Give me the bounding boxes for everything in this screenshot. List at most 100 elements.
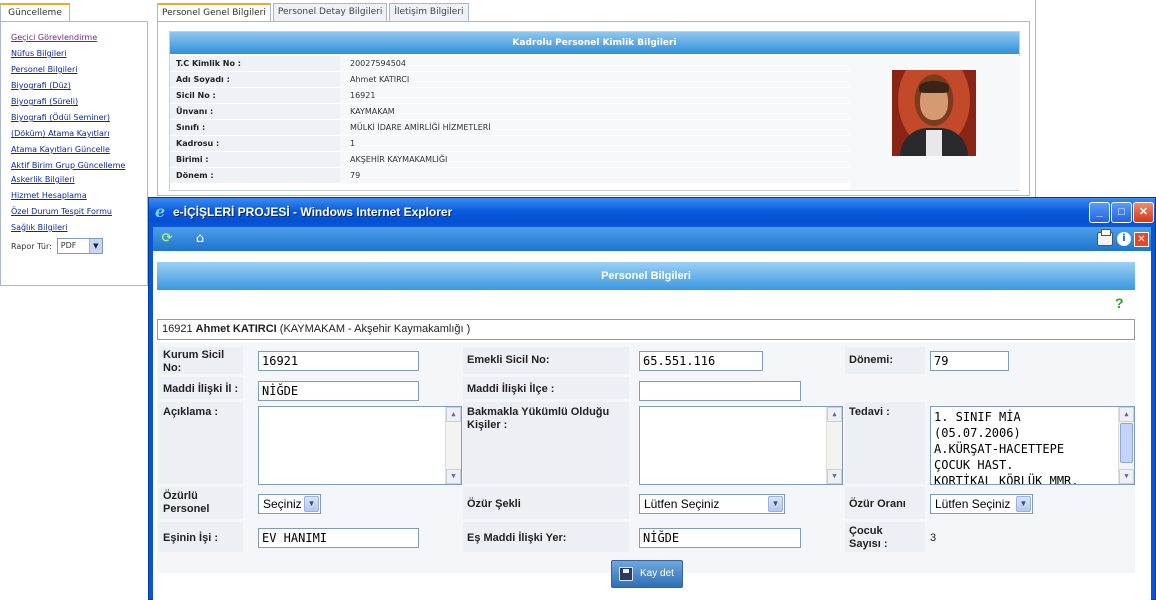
link-doku-atama[interactable]: (Döküm) Atama Kayıtları [11, 126, 143, 142]
toolbar-close-icon[interactable]: ✕ [1134, 232, 1149, 247]
kimlik-row: Adı Soyadı : Ahmet KATIRCI [170, 72, 850, 88]
scroll-down-icon[interactable]: ▼ [446, 469, 461, 484]
ozur-sekli-select[interactable]: Lütfen Seçiniz ▼ [639, 494, 785, 514]
main-area: Personel Genel Bilgileri Personel Detay … [152, 0, 1036, 200]
name-bar-name: Ahmet KATIRCI [195, 323, 277, 335]
emekli-sicil-input[interactable]: 65.551.116 [639, 351, 763, 371]
chevron-down-icon: ▼ [88, 239, 102, 253]
refresh-icon[interactable]: ⟳ [158, 230, 176, 248]
ie-toolbar: ⟳ ⌂ i ✕ [153, 227, 1151, 251]
tab-guncelleme[interactable]: Güncelleme [0, 3, 70, 22]
link-biyografi-sureli[interactable]: Biyografi (Süreli) [11, 94, 143, 110]
link-nufus-bilgileri[interactable]: Nüfus Bilgileri [11, 46, 143, 62]
kimlik-row-label: Birimi : [170, 152, 340, 167]
tab-iletisim[interactable]: İletişim Bilgileri [389, 3, 469, 21]
ozur-orani-select[interactable]: Lütfen Seçiniz ▼ [930, 494, 1033, 514]
kimlik-row-label: Ünvanı : [170, 104, 340, 119]
kimlik-rows: T.C Kimlik No :20027594504 Adı Soyadı :A… [170, 56, 850, 184]
link-biyografi-odul[interactable]: Biyografi (Ödül Seminer) [11, 110, 143, 126]
kimlik-row-value: 79 [340, 168, 850, 183]
personel-bilgileri-header: Personel Bilgileri [157, 262, 1135, 290]
maddi-il-input[interactable]: NİĞDE [258, 381, 419, 401]
scroll-down-icon[interactable]: ▼ [827, 469, 842, 484]
chevron-down-icon: ▼ [768, 496, 783, 512]
minimize-button[interactable]: _ [1089, 202, 1110, 223]
tedavi-textarea[interactable]: 1. SINIF MİA (05.07.2006) A.KÜRŞAT-HACET… [930, 406, 1135, 485]
maddi-il-label: Maddi İlişki İl : [163, 383, 239, 395]
tedavi-line: (05.07.2006) [934, 426, 1021, 440]
ozurlu-personel-label: Özürlü Personel [163, 490, 210, 515]
kurum-sicil-input[interactable]: 16921 [258, 351, 419, 371]
cocuk-sayisi-value: 3 [930, 532, 937, 544]
save-label: Kay det [640, 568, 674, 579]
personel-form: Kurum Sicil No: 16921 Emekli Sicil No: 6… [157, 343, 1135, 573]
left-panel: Güncelleme Geçici Görevlendirme Nüfus Bi… [0, 0, 150, 565]
ozur-orani-label: Özür Oranı [849, 498, 906, 510]
kimlik-row: Birimi : AKŞEHİR KAYMAKAMLIĞI [170, 152, 850, 168]
print-icon[interactable] [1097, 229, 1113, 246]
maximize-button[interactable]: □ [1111, 202, 1132, 223]
kimlik-row-label: Sicil No : [170, 88, 340, 103]
rapor-label: Rapor Tür: [11, 241, 52, 251]
scroll-thumb[interactable] [1120, 423, 1133, 463]
link-atama-guncelle[interactable]: Atama Kayıtları Güncelle [11, 142, 143, 158]
kimlik-row-value: AKŞEHİR KAYMAKAMLIĞI [340, 152, 850, 167]
personnel-photo [892, 70, 976, 156]
aciklama-scrollbar[interactable]: ▲ ▼ [445, 407, 461, 484]
maddi-ilce-label: Maddi İlişki İlçe : [467, 383, 555, 395]
kimlik-row: Dönem :79 [170, 168, 850, 184]
link-ozel-durum[interactable]: Özel Durum Tespit Formu [11, 204, 143, 220]
kimlik-panel: Kadrolu Personel Kimlik Bilgileri T.C Ki… [157, 21, 1030, 196]
tab-personel-genel[interactable]: Personel Genel Bilgileri [157, 3, 271, 21]
name-bar-detail: (KAYMAKAM - Akşehir Kaymakamlığı ) [276, 323, 471, 335]
ozurlu-personel-select[interactable]: Seçiniz ▼ [258, 494, 321, 514]
kimlik-row: Sınıfı : MÜLKİ İDARE AMİRLİĞİ HİZMETLERİ [170, 120, 850, 136]
link-biyografi-duz[interactable]: Biyografi (Düz) [11, 78, 143, 94]
photo-cell [850, 56, 1020, 190]
bakmakla-label: Bakmakla Yükümlü Olduğu Kişiler : [467, 406, 610, 431]
es-maddi-input[interactable]: NİĞDE [639, 528, 801, 548]
maddi-ilce-input[interactable] [639, 381, 801, 401]
es-maddi-label: Eş Maddi İlişki Yer: [467, 532, 567, 544]
bakmakla-textarea[interactable]: ▲ ▼ [639, 406, 843, 485]
save-button[interactable]: Kay det [611, 560, 683, 588]
scroll-up-icon[interactable]: ▲ [1119, 407, 1134, 422]
tedavi-scrollbar[interactable]: ▲ ▼ [1118, 407, 1134, 484]
link-personel-bilgileri[interactable]: Personel Bilgileri [11, 62, 143, 78]
tedavi-label: Tedavi : [849, 406, 890, 418]
home-icon[interactable]: ⌂ [191, 230, 209, 248]
esinin-isi-input[interactable]: EV HANIMI [258, 528, 419, 548]
kimlik-row-label: Dönem : [170, 168, 340, 183]
link-hizmet-hesaplama[interactable]: Hizmet Hesaplama [11, 188, 143, 204]
scroll-up-icon[interactable]: ▲ [446, 407, 461, 422]
kimlik-row: Ünvanı : KAYMAKAM [170, 104, 850, 120]
tab-personel-detay[interactable]: Personel Detay Bilgileri [272, 3, 388, 21]
kurum-sicil-label: Kurum Sicil No: [163, 349, 225, 374]
ozur-sekli-label: Özür Şekli [467, 498, 521, 510]
kimlik-card-title: Kadrolu Personel Kimlik Bilgileri [170, 32, 1019, 54]
ozur-sekli-value: Lütfen Seçiniz [644, 497, 720, 511]
link-gecici-gorevlendirme[interactable]: Geçici Görevlendirme [11, 30, 143, 46]
bakmakla-scrollbar[interactable]: ▲ ▼ [826, 407, 842, 484]
kimlik-row: T.C Kimlik No :20027594504 [170, 56, 850, 72]
link-saglik[interactable]: Sağlık Bilgileri [11, 220, 143, 236]
tedavi-line: A.KÜRŞAT-HACETTEPE [934, 442, 1065, 456]
scroll-up-icon[interactable]: ▲ [827, 407, 842, 422]
donemi-input[interactable]: 79 [930, 351, 1009, 371]
ie-window: e e-İÇİŞLERİ PROJESİ - Windows Internet … [148, 197, 1156, 600]
kimlik-row: Kadrosu :1 [170, 136, 850, 152]
aciklama-textarea[interactable]: ▲ ▼ [258, 406, 462, 485]
kimlik-row-value: 20027594504 [340, 56, 850, 71]
link-aktif-birim[interactable]: Aktif Birim Grup Güncelleme [11, 160, 143, 171]
ie-titlebar[interactable]: e e-İÇİŞLERİ PROJESİ - Windows Internet … [149, 198, 1155, 227]
help-icon[interactable]: ? [1115, 296, 1128, 311]
kimlik-row-label: Kadrosu : [170, 136, 340, 151]
scroll-down-icon[interactable]: ▼ [1119, 469, 1134, 484]
ie-logo-icon: e [155, 202, 166, 221]
cocuk-sayisi-label: Çocuk Sayısı : [849, 525, 888, 550]
kimlik-row-value: MÜLKİ İDARE AMİRLİĞİ HİZMETLERİ [340, 120, 850, 135]
rapor-select[interactable]: PDF ▼ [56, 238, 103, 254]
info-icon[interactable]: i [1117, 232, 1131, 246]
close-button[interactable]: ✕ [1133, 202, 1154, 223]
link-askerlik[interactable]: Askerlik Bilgileri [11, 172, 143, 188]
